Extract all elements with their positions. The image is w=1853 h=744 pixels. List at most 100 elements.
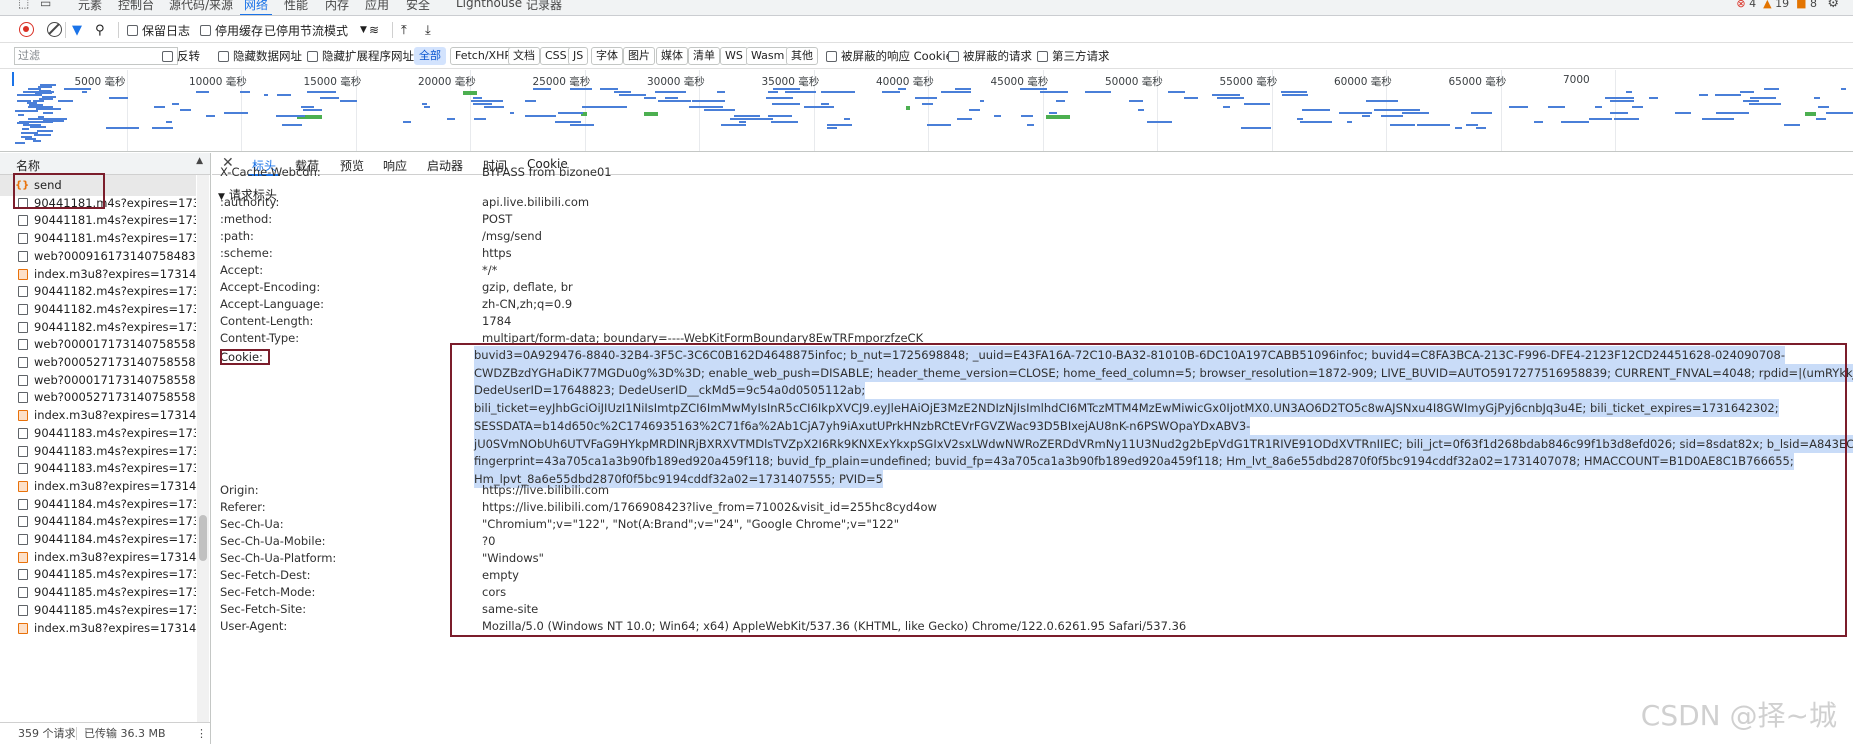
tab-recorder[interactable]: 记录器: [526, 0, 562, 13]
export-har-icon[interactable]: ⤓: [425, 21, 431, 39]
hide-ext-urls-checkbox[interactable]: 隐藏扩展程序网址: [307, 48, 414, 64]
invert-checkbox[interactable]: 反转: [162, 48, 200, 64]
gear-icon[interactable]: ⚙: [1827, 0, 1839, 11]
timeline-request-bar: [1183, 97, 1199, 99]
scrollbar-thumb[interactable]: [199, 515, 207, 561]
header-key: Content-Type:: [220, 331, 300, 345]
record-button[interactable]: [19, 22, 34, 37]
more-icon[interactable]: ⋮: [196, 723, 207, 744]
timeline-request-bar: [1841, 88, 1847, 90]
device-toolbar-icon[interactable]: ▭: [40, 0, 51, 10]
filter-input[interactable]: 过滤: [14, 47, 178, 65]
third-party-label: 第三方请求: [1052, 49, 1110, 63]
timeline-request-bar: [1675, 112, 1691, 114]
devtools-tab-bar: ⬚ ▭ 元素 控制台 源代码/来源 网络 性能 内存 应用 安全 Lightho…: [0, 0, 1853, 16]
sort-icon[interactable]: ▲: [196, 156, 203, 166]
blocked-cookies-checkbox[interactable]: 被屏蔽的响应 Cookie: [826, 48, 953, 64]
timeline-tick-label: 60000 毫秒: [1334, 76, 1392, 88]
issue-counts[interactable]: ⊗ 4 ▲ 19 ■ 8: [1736, 0, 1817, 10]
third-party-checkbox[interactable]: 第三方请求: [1037, 48, 1110, 64]
type-filter-wasm[interactable]: Wasm: [746, 47, 790, 65]
timeline-tick-label: 40000 毫秒: [876, 76, 934, 88]
type-filter-all[interactable]: 全部: [414, 47, 446, 65]
timeline-request-bar: [557, 112, 583, 114]
timeline-request-bar: [1610, 112, 1629, 114]
blocked-requests-checkbox[interactable]: 被屏蔽的请求: [948, 48, 1032, 64]
timeline-request-bar: [240, 91, 250, 93]
request-name: 90441182.m4s?expires=173...: [34, 284, 196, 299]
timeline-request-bar: [881, 91, 901, 93]
clear-button[interactable]: [47, 22, 62, 37]
type-filter-font[interactable]: 字体: [591, 47, 623, 65]
tab-network[interactable]: 网络: [239, 0, 273, 15]
tab-console[interactable]: 控制台: [118, 0, 154, 13]
type-filter-doc[interactable]: 文档: [508, 47, 540, 65]
timeline-request-bar: [994, 115, 1001, 117]
timeline-request-bar: [1085, 91, 1111, 93]
timeline-request-bar: [1613, 97, 1622, 99]
timeline-request-bar: [1716, 112, 1750, 114]
request-list-scrollbar[interactable]: [197, 175, 209, 722]
timeline-request-bar: [1534, 121, 1543, 123]
timeline-request-bar: [1056, 100, 1065, 102]
import-har-icon[interactable]: ⤒: [401, 21, 407, 39]
divider: [76, 727, 77, 740]
timeline-request-bar: [1475, 127, 1487, 129]
name-column-header[interactable]: 名称 ▲: [0, 153, 210, 175]
type-filter-xhr[interactable]: Fetch/XHR: [450, 47, 517, 65]
timeline-request-bar: [472, 103, 492, 105]
search-icon[interactable]: ⚲: [95, 21, 105, 39]
timeline-request-bar: [1465, 124, 1478, 126]
document-icon: [18, 321, 28, 333]
timeline-request-bar: [1301, 109, 1331, 111]
type-filter-other[interactable]: 其他: [786, 47, 818, 65]
tab-lighthouse[interactable]: Lighthouse: [456, 0, 522, 10]
tab-memory[interactable]: 内存: [325, 0, 349, 13]
tab-application[interactable]: 应用: [365, 0, 389, 13]
timeline-request-bar: [654, 91, 687, 93]
type-filter-manifest[interactable]: 清单: [688, 47, 720, 65]
tab-sources[interactable]: 源代码/来源: [169, 0, 233, 13]
timeline-request-bar: [768, 115, 792, 117]
blocked-requests-label: 被屏蔽的请求: [963, 49, 1032, 63]
document-icon: [18, 303, 28, 315]
timeline-request-bar: [509, 112, 514, 114]
timeline-request-bar: [205, 115, 216, 117]
type-filter-ws[interactable]: WS: [720, 47, 748, 65]
throttle-select[interactable]: 已停用节流模式 ▼: [264, 21, 367, 39]
inspect-icon[interactable]: ⬚: [18, 0, 29, 10]
type-filter-img[interactable]: 图片: [623, 47, 655, 65]
type-filter-media[interactable]: 媒体: [656, 47, 688, 65]
timeline-request-bar: [1212, 94, 1241, 96]
tab-security[interactable]: 安全: [406, 0, 430, 13]
network-overview[interactable]: 5000 毫秒 10000 毫秒 15000 毫秒 20000 毫秒 25000 毫秒 3…: [0, 70, 1853, 152]
tab-performance[interactable]: 性能: [284, 0, 308, 13]
timeline-request-bar: [307, 91, 336, 93]
disable-cache-label: 停用缓存: [215, 23, 264, 38]
filter-icon[interactable]: ▼: [72, 21, 82, 39]
tab-elements[interactable]: 元素: [78, 0, 102, 13]
timeline-request-bar: [43, 112, 53, 114]
disable-cache-checkbox[interactable]: 停用缓存: [200, 21, 263, 39]
request-row[interactable]: index.m3u8?expires=17314...: [0, 618, 196, 639]
timeline-request-bar: [820, 103, 830, 105]
request-name: web?000527173140758558...: [34, 355, 196, 369]
timeline-request-bar: [979, 100, 985, 102]
timeline-request-bar: [1338, 112, 1372, 114]
document-icon: [18, 463, 28, 475]
preserve-log-checkbox[interactable]: 保留日志: [127, 21, 190, 39]
overview-selection-handle[interactable]: [12, 72, 14, 86]
document-icon: [18, 357, 28, 368]
timeline-request-bar: [1019, 88, 1048, 90]
timeline-request-bar: [1051, 91, 1068, 93]
network-conditions-icon[interactable]: ≋: [369, 21, 379, 39]
request-name: 90441181.m4s?expires=173...: [34, 213, 196, 228]
type-filter-css[interactable]: CSS: [540, 47, 572, 65]
timeline-tick-label: 45000 毫秒: [990, 76, 1049, 88]
type-filter-js[interactable]: JS: [568, 47, 589, 65]
timeline-request-bar: [64, 88, 91, 90]
timeline-request-bar: [843, 118, 850, 120]
hide-data-urls-checkbox[interactable]: 隐藏数据网址: [218, 48, 302, 64]
timeline-request-bar: [154, 106, 166, 108]
request-name: 90441185.m4s?expires=173...: [34, 585, 196, 600]
